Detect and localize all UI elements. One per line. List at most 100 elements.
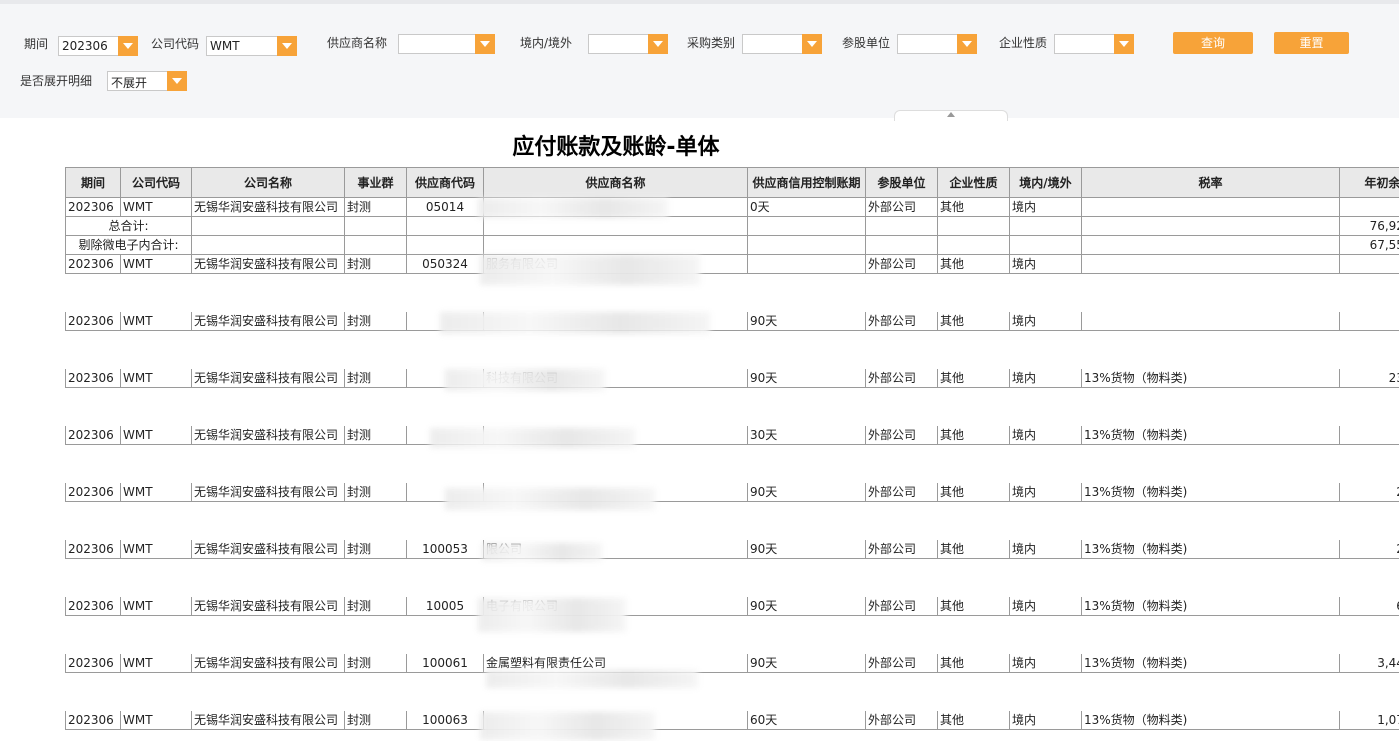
expand-detail-select[interactable]: 不展开 [107, 71, 187, 91]
table-cell-opening: 76,921,8 [1339, 217, 1399, 236]
table-cell-share-unit: 外部公司 [865, 711, 937, 730]
collapse-toggle[interactable] [894, 110, 1008, 121]
table-cell-domestic: 境内 [1009, 369, 1081, 388]
column-header: 供应商信用控制账期 [747, 167, 865, 198]
table-cell-supplier-code: 100053 [406, 540, 483, 559]
company-code-label: 公司代码 [151, 37, 200, 51]
redacted-overlay [478, 598, 626, 632]
chevron-down-icon[interactable] [475, 34, 495, 54]
table-cell-group: 封测 [344, 654, 406, 673]
table-cell-nature: 其他 [937, 597, 1009, 616]
domestic-foreign-select[interactable] [588, 34, 668, 54]
share-unit-select[interactable] [897, 34, 977, 54]
filter-bar: 期间 202306 公司代码 WMT 供应商名称 境内/境外 采购类别 参股单位… [0, 0, 1399, 118]
period-label: 期间 [24, 37, 49, 51]
column-header: 供应商代码 [406, 167, 483, 198]
table-cell-supplier-name [483, 236, 747, 255]
table-cell-company-name: 无锡华润安盛科技有限公司 [191, 597, 344, 616]
table-cell-company-code: WMT [120, 255, 191, 274]
table-cell-company-name: 无锡华润安盛科技有限公司 [191, 312, 344, 331]
chevron-down-icon[interactable] [118, 36, 138, 56]
table-cell-group: 封测 [344, 483, 406, 502]
table-cell-share-unit [865, 217, 937, 236]
redacted-overlay [486, 670, 698, 688]
table-cell-nature: 其他 [937, 654, 1009, 673]
table-row: 202306WMT无锡华润安盛科技有限公司封测10005电子有限公司90天外部公… [65, 597, 1399, 616]
column-header: 境内/境外 [1009, 167, 1081, 198]
table-cell-tax-rate: 13%货物（物料类) [1081, 483, 1339, 502]
column-header: 供应商名称 [483, 167, 747, 198]
table-cell-share-unit: 外部公司 [865, 597, 937, 616]
table-cell-credit-term: 90天 [747, 483, 865, 502]
period-select[interactable]: 202306 [58, 36, 138, 56]
table-cell-domestic: 境内 [1009, 426, 1081, 445]
table-cell-share-unit: 外部公司 [865, 198, 937, 217]
chevron-down-icon[interactable] [802, 34, 822, 54]
chevron-down-icon[interactable] [167, 71, 187, 91]
table-cell-period: 202306 [65, 198, 120, 217]
table-row: 剔除微电子内合计: 67,556,2 [65, 236, 1399, 255]
table-cell-supplier-code: 100063 [406, 711, 483, 730]
table-cell-company-code: WMT [120, 312, 191, 331]
table-cell-opening: 24,6 [1339, 483, 1399, 502]
table-cell-period: 202306 [65, 255, 120, 274]
table-row: 202306 WMT 无锡华润安盛科技有限公司 封测 90天 外部公司 其他 境内 [65, 312, 1399, 331]
redacted-overlay [445, 488, 655, 510]
table-cell-share-unit: 外部公司 [865, 654, 937, 673]
table-cell-domestic: 境内 [1009, 540, 1081, 559]
period-value: 202306 [62, 39, 108, 53]
table-cell-tax-rate [1081, 312, 1339, 331]
table-cell-credit-term: 60天 [747, 711, 865, 730]
domestic-foreign-label: 境内/境外 [520, 36, 573, 50]
company-code-select[interactable]: WMT [206, 36, 297, 56]
table-cell-supplier-code: 05014 [406, 198, 483, 217]
chevron-down-icon[interactable] [648, 34, 668, 54]
table-row: 202306 WMT 无锡华润安盛科技有限公司 封测 100061 金属塑料有限责任公司 9… [65, 654, 1399, 673]
table-cell-tax-rate: 13%货物（物料类) [1081, 426, 1339, 445]
table-cell-domestic [1009, 236, 1081, 255]
table-cell-period: 202306 [65, 711, 120, 730]
purchase-category-select[interactable] [742, 34, 822, 54]
table-cell-tax-rate [1081, 236, 1339, 255]
table-cell-credit-term [747, 255, 865, 274]
table-cell-tax-rate: 13%货物（物料类) [1081, 597, 1339, 616]
chevron-down-icon[interactable] [957, 34, 977, 54]
table-cell-nature: 其他 [937, 255, 1009, 274]
table-cell-period: 202306 [65, 654, 120, 673]
table-header: 期间 公司代码 公司名称 事业群 供应商代码 供应商名称 供应商信用控制账期 参股单位 企业性质… [65, 167, 1399, 198]
redacted-overlay [440, 312, 710, 334]
chevron-down-icon[interactable] [1114, 34, 1134, 54]
chevron-down-icon[interactable] [277, 36, 297, 56]
table-cell-company-name: 无锡华润安盛科技有限公司 [191, 483, 344, 502]
table-cell-tax-rate [1081, 217, 1339, 236]
table-cell-opening [1339, 255, 1399, 274]
table-cell-nature: 其他 [937, 711, 1009, 730]
table-cell-credit-term: 30天 [747, 426, 865, 445]
table-cell-credit-term: 90天 [747, 654, 865, 673]
table-cell-supplier-code: 10005 [406, 597, 483, 616]
table-cell-company-code: WMT [120, 711, 191, 730]
table-cell-credit-term: 90天 [747, 540, 865, 559]
report-title: 应付账款及账龄-单体 [512, 135, 720, 160]
table-cell-nature: 其他 [937, 426, 1009, 445]
table-cell-share-unit: 外部公司 [865, 540, 937, 559]
column-header: 企业性质 [937, 167, 1009, 198]
query-button[interactable]: 查询 [1173, 32, 1253, 54]
table-cell-company-code: WMT [120, 654, 191, 673]
table-cell-supplier-code [406, 236, 483, 255]
table-row: 202306WMT无锡华润安盛科技有限公司封测科技有限公司90天外部公司其他境内… [65, 369, 1399, 388]
supplier-name-select[interactable] [398, 34, 495, 54]
table-cell-company-name: 无锡华润安盛科技有限公司 [191, 369, 344, 388]
redacted-overlay [445, 369, 605, 391]
reset-button[interactable]: 重置 [1274, 32, 1349, 54]
redacted-overlay [430, 428, 635, 448]
table-cell-tax-rate [1081, 198, 1339, 217]
enterprise-nature-label: 企业性质 [999, 36, 1048, 50]
enterprise-nature-select[interactable] [1054, 34, 1134, 54]
expand-detail-label: 是否展开明细 [20, 74, 93, 88]
table-cell-opening [1339, 312, 1399, 331]
table-cell-group: 封测 [344, 198, 406, 217]
table-row: 202306 WMT 无锡华润安盛科技有限公司 封测 90天 外部公司 其他 境内 13%货物（… [65, 483, 1399, 502]
table-cell-company-name: 无锡华润安盛科技有限公司 [191, 654, 344, 673]
table-cell-nature: 其他 [937, 198, 1009, 217]
